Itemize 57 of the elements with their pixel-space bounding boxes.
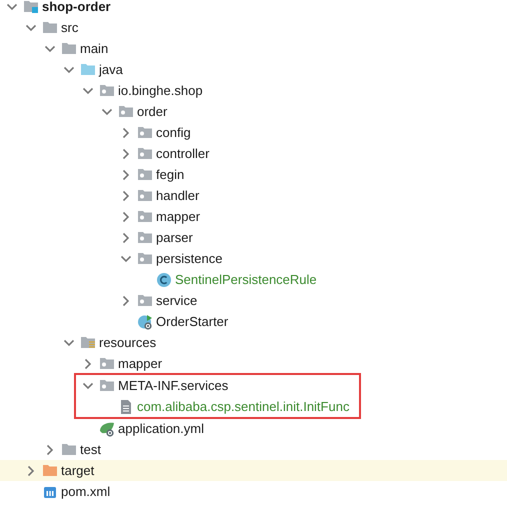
chevron-right-icon[interactable] <box>120 190 132 202</box>
tree-item-label[interactable]: handler <box>156 188 200 203</box>
tree-item-label[interactable]: service <box>156 293 198 308</box>
folder-icon <box>61 442 77 458</box>
package-folder-icon <box>99 82 115 98</box>
chevron-right-icon[interactable] <box>120 210 132 222</box>
tree-item-label[interactable]: parser <box>156 230 193 245</box>
resources-folder-icon <box>80 334 96 350</box>
package-folder-icon <box>137 146 153 162</box>
tree-item-label[interactable]: io.binghe.shop <box>118 83 203 98</box>
tree-item-label[interactable]: mapper <box>118 356 162 371</box>
chevron-right-icon[interactable] <box>120 126 132 138</box>
chevron-right-icon[interactable] <box>120 148 132 160</box>
tree-item-label[interactable]: java <box>99 62 123 77</box>
package-folder-icon <box>137 230 153 246</box>
tree-item-label[interactable]: shop-order <box>42 0 111 14</box>
folder-icon <box>42 20 58 36</box>
file-icon <box>118 398 134 414</box>
package-folder-icon <box>137 292 153 308</box>
chevron-right-icon[interactable] <box>25 464 37 476</box>
tree-item-label[interactable]: fegin <box>156 167 184 182</box>
tree-item-label[interactable]: config <box>156 125 191 140</box>
tree-item-label[interactable]: META-INF.services <box>118 378 228 393</box>
folder-icon <box>23 0 39 14</box>
yml-file-icon <box>99 420 115 436</box>
package-folder-icon <box>137 250 153 266</box>
tree-item-label[interactable]: OrderStarter <box>156 314 228 329</box>
tree-item-label[interactable]: main <box>80 41 108 56</box>
folder-icon <box>42 462 58 478</box>
class-icon <box>156 272 172 288</box>
tree-item-label[interactable]: test <box>80 442 101 457</box>
tree-item-label[interactable]: resources <box>99 335 156 350</box>
tree-item-label[interactable]: com.alibaba.csp.sentinel.init.InitFunc <box>137 399 350 414</box>
tree-item-label[interactable]: controller <box>156 146 210 161</box>
tree-item-label[interactable]: target <box>61 463 94 478</box>
tree-item-label[interactable]: pom.xml <box>61 484 110 499</box>
package-folder-icon <box>118 104 134 120</box>
package-folder-icon <box>137 166 153 182</box>
chevron-right-icon[interactable] <box>120 232 132 244</box>
package-folder-icon <box>137 188 153 204</box>
spring-class-icon <box>137 314 153 330</box>
tree-item-label[interactable]: mapper <box>156 209 200 224</box>
folder-icon <box>61 40 77 56</box>
package-folder-icon <box>99 356 115 372</box>
tree-item-label[interactable]: SentinelPersistenceRule <box>175 272 317 287</box>
tree-item-label[interactable]: application.yml <box>118 421 204 436</box>
chevron-right-icon[interactable] <box>120 294 132 306</box>
package-folder-icon <box>137 124 153 140</box>
tree-item-label[interactable]: persistence <box>156 251 222 266</box>
chevron-right-icon[interactable] <box>44 444 56 456</box>
folder-icon <box>80 62 96 78</box>
chevron-right-icon[interactable] <box>82 358 94 370</box>
chevron-right-icon[interactable] <box>120 168 132 180</box>
tree-item-label[interactable]: src <box>61 20 78 35</box>
package-folder-icon <box>99 378 115 394</box>
package-folder-icon <box>137 208 153 224</box>
tree-item-label[interactable]: order <box>137 104 168 119</box>
